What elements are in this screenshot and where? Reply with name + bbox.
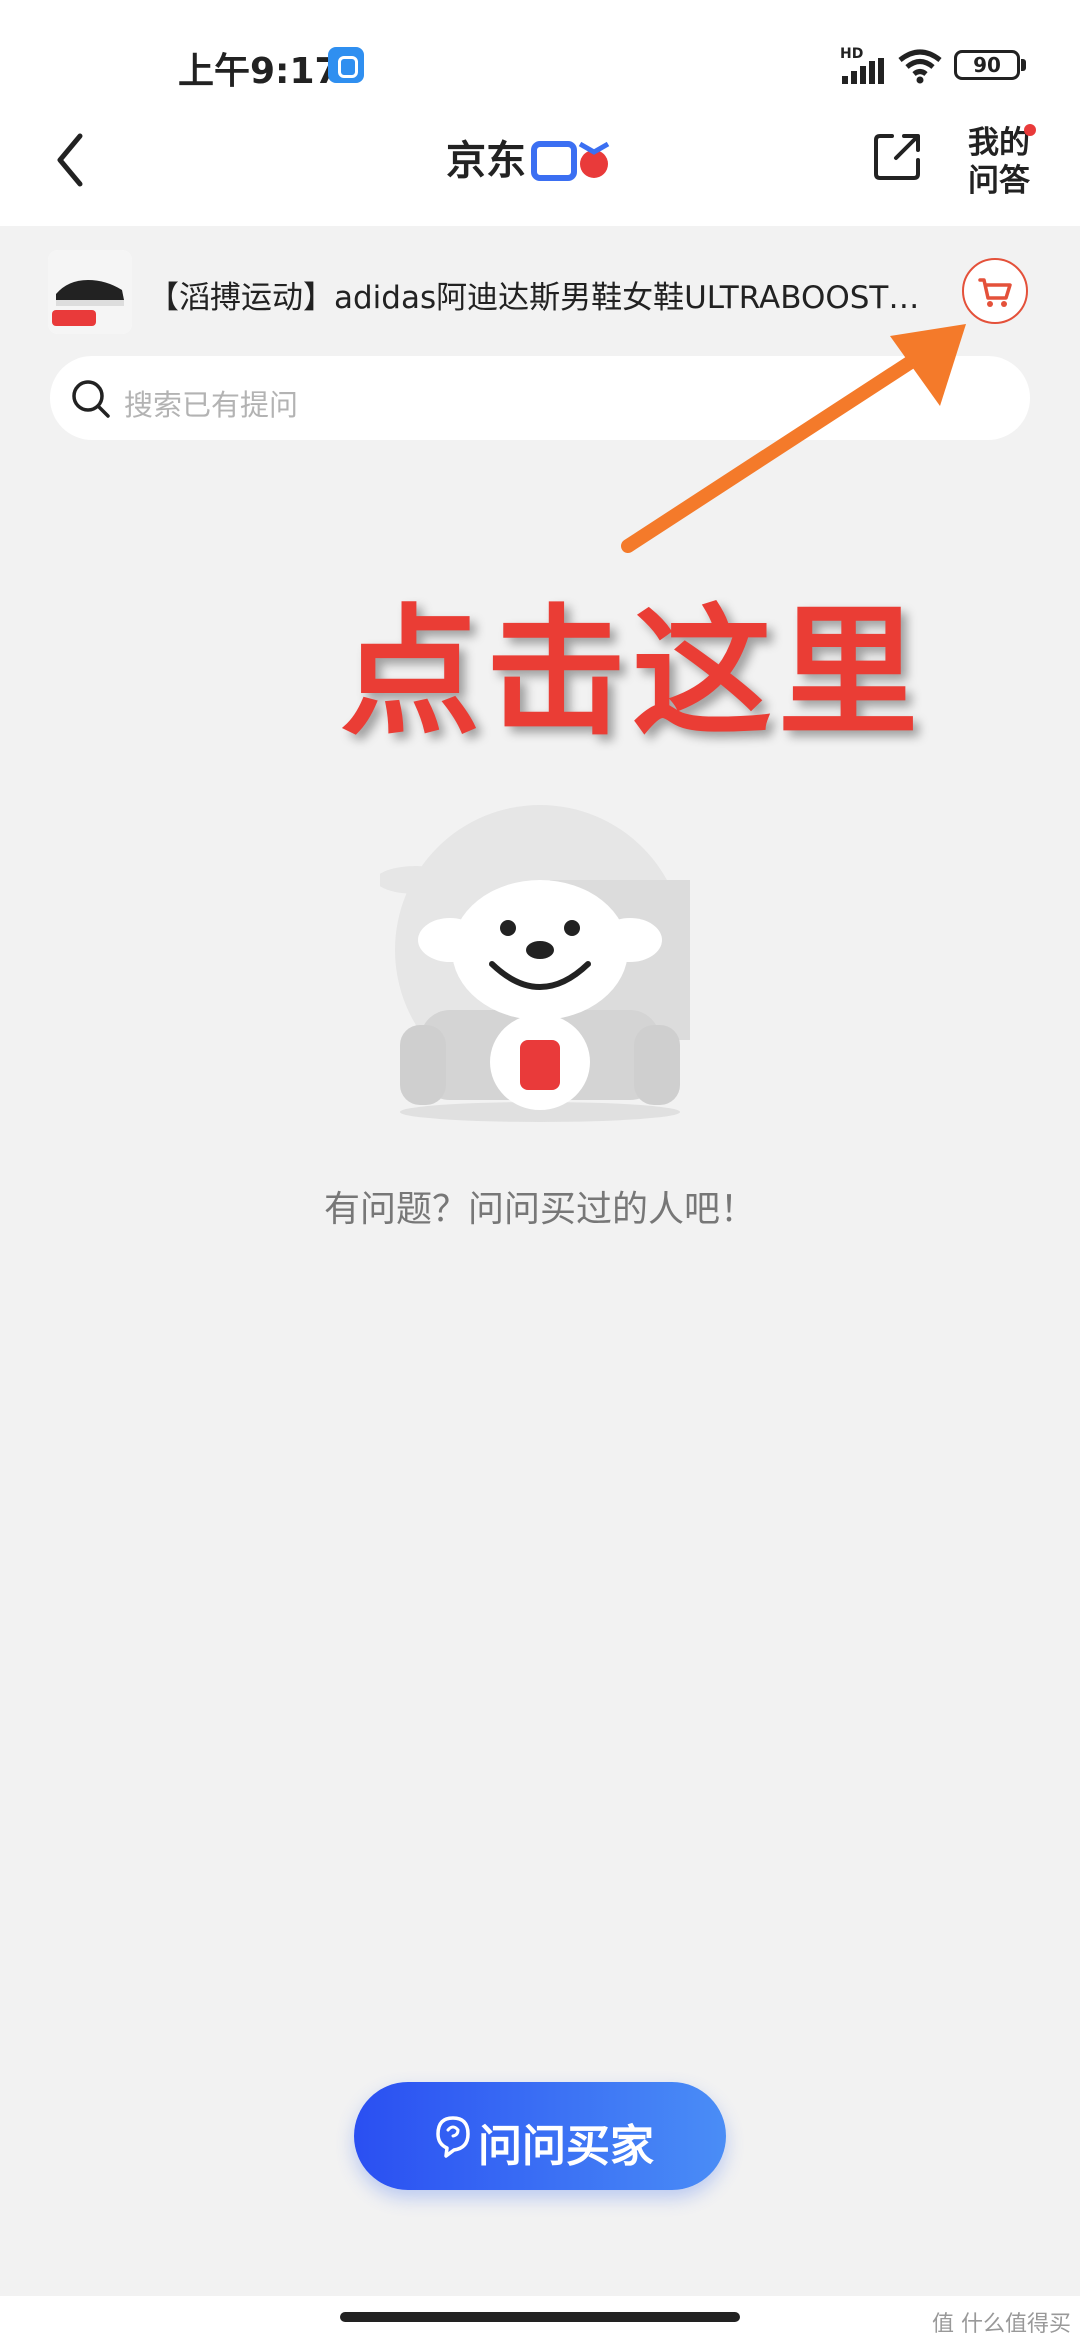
jd-qa-logo: 京东 (446, 138, 610, 184)
notification-dot (1024, 124, 1036, 136)
share-icon[interactable] (872, 130, 924, 182)
signal-icon (842, 58, 884, 84)
battery-tip (1021, 59, 1026, 71)
search-icon (72, 380, 110, 418)
battery-indicator: 90 (954, 50, 1020, 80)
status-time: 上午9:17 (178, 51, 340, 92)
empty-state-message: 有问题？问问买过的人吧！ (323, 1189, 756, 1230)
search-placeholder: 搜索已有提问 (124, 388, 299, 422)
chevron-left-icon[interactable] (52, 130, 92, 190)
wifi-icon (898, 49, 942, 84)
mascot-illustration (380, 805, 690, 1122)
annotation-text: 点击这里 (340, 592, 925, 755)
watermark: 值 什么值得买 (932, 2312, 1071, 2337)
annotation-arrow (621, 324, 966, 553)
my-qa-line2: 问答 (968, 163, 1030, 199)
svg-text:京东: 京东 (446, 138, 526, 184)
shoe-image (48, 250, 132, 334)
product-thumbnail[interactable] (48, 250, 132, 334)
app-notification-icon (328, 47, 364, 83)
ask-buyers-button[interactable]: 问问买家 (354, 2082, 726, 2190)
ask-buyers-label: 问问买家 (478, 2121, 654, 2172)
my-qa-button[interactable]: 我的 问答 (964, 124, 1034, 200)
home-indicator[interactable] (340, 2312, 740, 2322)
question-bubble-icon (436, 2116, 470, 2158)
